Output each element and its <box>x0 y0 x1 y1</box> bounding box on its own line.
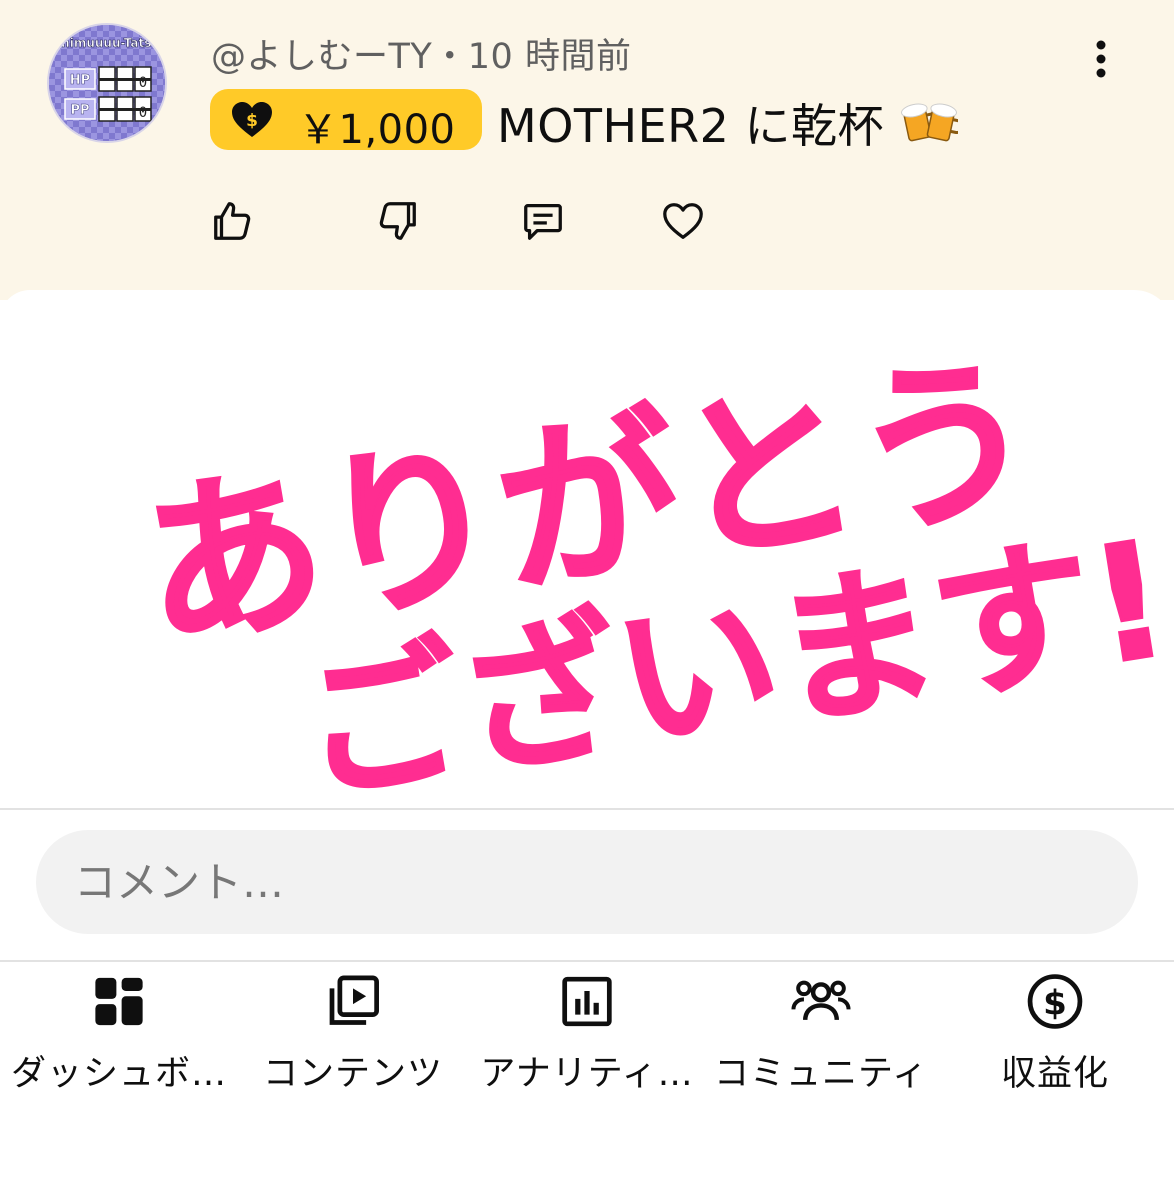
divider <box>0 960 1174 962</box>
nav-analytics[interactable]: アナリティ… <box>470 966 704 1096</box>
community-icon <box>791 980 851 1021</box>
nav-dashboard[interactable]: ダッシュボ… <box>2 966 236 1096</box>
nav-label: コンテンツ <box>262 1054 443 1094</box>
monetization-icon: $ <box>1027 974 1083 1029</box>
thanks-handwriting: ありがとう ございます!! <box>127 329 1174 800</box>
content-icon <box>329 975 379 1025</box>
comment-input[interactable] <box>36 830 1138 934</box>
nav-label: コミュニティ <box>714 1054 928 1094</box>
nav-community[interactable]: コミュニティ <box>704 966 938 1096</box>
nav-content[interactable]: コンテンツ <box>236 966 470 1096</box>
nav-label: ダッシュボ… <box>10 1054 227 1094</box>
nav-monetization[interactable]: $ 収益化 <box>938 966 1172 1096</box>
nav-label: 収益化 <box>1000 1054 1109 1094</box>
dashboard-icon <box>95 977 143 1026</box>
svg-text:$: $ <box>1043 984 1067 1024</box>
analytics-icon <box>562 976 612 1027</box>
nav-label: アナリティ… <box>480 1054 694 1094</box>
divider <box>0 808 1174 810</box>
